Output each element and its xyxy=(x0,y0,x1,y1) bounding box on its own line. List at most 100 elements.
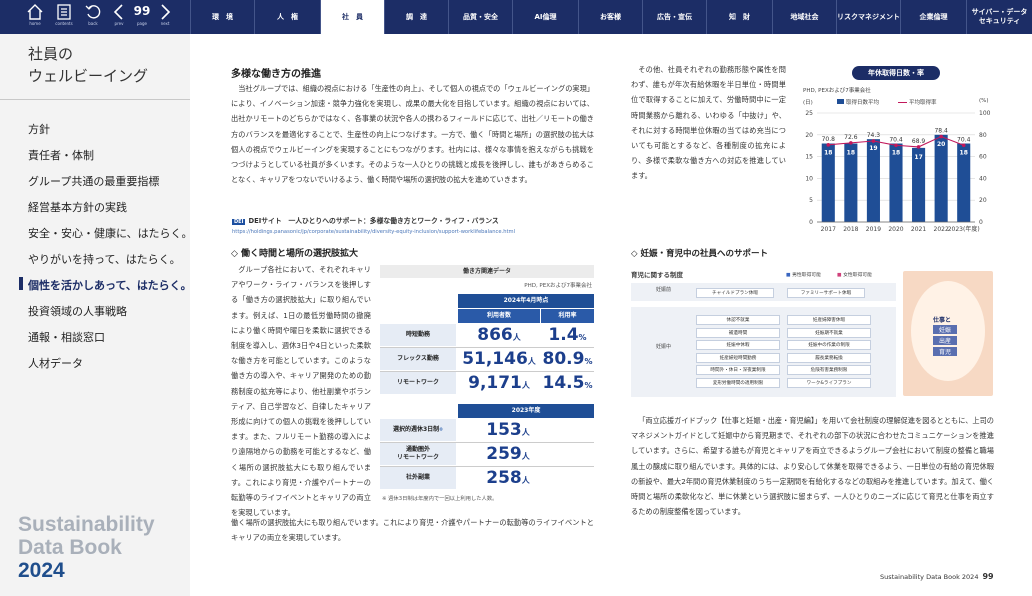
during-item-left-4: 時間外・休日・深夜業制限 xyxy=(696,365,780,375)
tab-employees[interactable]: 社 員 xyxy=(320,0,384,34)
during-item-right-5: ワーク&ライフプラン xyxy=(787,377,871,388)
legend-male: ■ 男性取得可能 xyxy=(786,273,821,278)
tab-corporate-ethics[interactable]: 企業倫理 xyxy=(900,0,966,34)
rate-value-label: 70.4 xyxy=(889,136,903,143)
y-right-tick-label: 0 xyxy=(979,219,983,226)
value-flex-rate: 80.9% xyxy=(542,349,593,369)
top-navigation-bar: home contents back prev 99 page next 環 境… xyxy=(0,0,1032,34)
tab-cyber-data-security[interactable]: サイバー・データセキュリティ xyxy=(966,0,1032,34)
tab-quality-safety[interactable]: 品質・安全 xyxy=(448,0,512,34)
tab-human-rights[interactable]: 人 権 xyxy=(254,0,320,34)
rate-value-label: 74.3 xyxy=(867,132,881,139)
paragraph-guidebook: 「両立応援ガイドブック【仕事と妊娠・出産・育児編】」を用いて会社制度の理解促進を… xyxy=(631,416,994,517)
sidebar-item-key-indicators[interactable]: グループ共通の最重要指標 xyxy=(28,173,159,189)
guidebook-text-3: 出産 xyxy=(933,336,957,345)
sidebar-item-reporting[interactable]: 通報・相談窓口 xyxy=(28,329,105,345)
dei-link-heading[interactable]: DEI DEIサイト 一人ひとりへのサポート：多様な働き方とワーク・ライフ・バラン… xyxy=(232,215,499,225)
row-label-side-job: 社外副業 xyxy=(380,467,456,489)
tab-ip[interactable]: 知 財 xyxy=(706,0,772,34)
x-tick-label: 2022 xyxy=(934,226,949,233)
active-indicator xyxy=(19,277,23,290)
diagram-title: 育児に関する制度 xyxy=(631,271,683,279)
table-title: 働き方関連データ xyxy=(380,265,594,278)
dei-tag: DEI xyxy=(232,219,246,225)
tab-community[interactable]: 地域社会 xyxy=(772,0,836,34)
sidebar-item-policy[interactable]: 方針 xyxy=(28,121,50,137)
paragraph-intro: 当社グループでは、組織の視点における「生産性の向上」、そして個人の視点での「ウェ… xyxy=(231,84,594,185)
bar-value-label: 17 xyxy=(914,154,922,161)
y-right-tick-label: 60 xyxy=(979,154,987,161)
dei-link-url[interactable]: https://holdings.panasonic/jp/corporate/… xyxy=(232,229,515,235)
rate-point xyxy=(961,143,966,148)
row-label-distant-remote: 通勤圏外 リモートワーク xyxy=(380,443,456,465)
home-button[interactable]: home xyxy=(22,0,48,34)
x-tick-label: 2019 xyxy=(866,226,881,233)
guidebook-text-2: 妊娠 xyxy=(933,325,957,334)
sidebar-title-line2: ウェルビーイング xyxy=(28,67,149,85)
col-header-rate: 利用率 xyxy=(541,309,594,323)
next-label: next xyxy=(160,21,170,26)
value-shortened-users: 866人 xyxy=(477,325,521,345)
y-left-tick-label: 0 xyxy=(809,219,813,226)
dei-link-title: DEIサイト 一人ひとりへのサポート：多様な働き方とワーク・ライフ・バランス xyxy=(248,217,499,225)
bar-value-label: 19 xyxy=(869,145,877,152)
y-left-tick-label: 25 xyxy=(805,110,813,117)
page-footer: Sustainability Data Book 2024 99 xyxy=(880,572,994,581)
y-left-tick-label: 20 xyxy=(805,132,813,139)
sidebar-divider xyxy=(0,99,190,100)
tab-procurement[interactable]: 調 達 xyxy=(384,0,448,34)
bar-value-label: 18 xyxy=(847,150,855,157)
tab-environment[interactable]: 環 境 xyxy=(190,0,254,34)
col-header-users: 利用者数 xyxy=(458,309,540,323)
tab-risk-management[interactable]: リスクマネジメント xyxy=(836,0,900,34)
phase-before-label: 妊娠前 xyxy=(656,287,672,293)
tab-customers[interactable]: お客様 xyxy=(578,0,642,34)
y-right-tick-label: 40 xyxy=(979,175,987,182)
before-item-0: チャイルドプラン休暇 xyxy=(696,288,774,298)
heading-time-place: ◇ 働く時間と場所の選択肢拡大 xyxy=(231,249,359,259)
footer-title: Sustainability Data Book 2024 xyxy=(880,573,979,581)
x-tick-label: 2021 xyxy=(911,226,926,233)
paragraph-time-place: グループ各社において、それぞれキャリアやワーク・ライフ・バランスを後押しする「働… xyxy=(231,265,371,518)
rate-point xyxy=(939,134,943,139)
brand-line1: Sustainability xyxy=(18,513,155,536)
row-label-flex: フレックス勤務 xyxy=(380,348,456,370)
rate-point xyxy=(849,141,853,145)
next-button[interactable]: next xyxy=(152,0,178,34)
during-item-left-5: 変形労働時間の適用制限 xyxy=(696,377,780,388)
sidebar-title: 社員の ウェルビーイング xyxy=(28,43,148,87)
phase-during-label: 妊娠中 xyxy=(656,344,672,350)
rate-value-label: 68.9 xyxy=(912,138,926,145)
rate-value-label: 78.4 xyxy=(934,128,948,135)
sidebar-title-line1: 社員の xyxy=(28,45,74,63)
during-item-right-2: 妊娠中の作業の制限 xyxy=(787,340,871,350)
sidebar-item-responsibility[interactable]: 責任者・体制 xyxy=(28,147,94,163)
tab-advertising[interactable]: 広告・宣伝 xyxy=(642,0,706,34)
home-label: home xyxy=(29,21,41,26)
bar xyxy=(934,134,948,222)
sidebar-item-diversity[interactable]: 個性を活かしあって、はたらく。 xyxy=(28,277,192,293)
paragraph-time-place-continued: 働く場所の選択肢拡大にも取り組んでいます。これにより育児・介護やパートナーの転勤… xyxy=(231,518,594,543)
value-side-job-users: 258人 xyxy=(486,468,530,488)
y-right-tick-label: 80 xyxy=(979,132,987,139)
bar-value-label: 18 xyxy=(892,150,900,157)
back-button[interactable]: back xyxy=(80,0,106,34)
sidebar-item-hr-strategy[interactable]: 投資領域の人事戦略 xyxy=(28,303,127,319)
sidebar-item-hr-data[interactable]: 人材データ xyxy=(28,355,83,371)
rate-value-label: 70.4 xyxy=(957,136,971,143)
back-arrow-icon xyxy=(85,5,101,19)
during-item-right-4: 危険有害業務制限 xyxy=(787,365,871,375)
during-item-left-1: 補遺時間 xyxy=(696,327,780,338)
before-item-1: ファミリーサポート休暇 xyxy=(787,288,865,298)
chevron-left-icon xyxy=(113,4,123,20)
sidebar-item-fulfillment[interactable]: やりがいを持って、はたらく。 xyxy=(28,251,181,267)
sidebar-item-management-policy[interactable]: 経営基本方針の実践 xyxy=(28,199,127,215)
during-item-left-0: 休認不就業 xyxy=(696,315,780,325)
chart-subtitle: PHD, PEXおよび7事業会社 xyxy=(803,88,871,94)
contents-button[interactable]: contents xyxy=(51,0,77,34)
row-label-shortened-hours: 時短勤務 xyxy=(380,324,456,346)
tab-ai-ethics[interactable]: AI倫理 xyxy=(512,0,578,34)
sidebar-item-safety[interactable]: 安全・安心・健康に、はたらく。 xyxy=(28,225,192,241)
heading-diverse-work: 多様な働き方の推進 xyxy=(231,69,321,80)
y-right-tick-label: 100 xyxy=(979,110,991,117)
